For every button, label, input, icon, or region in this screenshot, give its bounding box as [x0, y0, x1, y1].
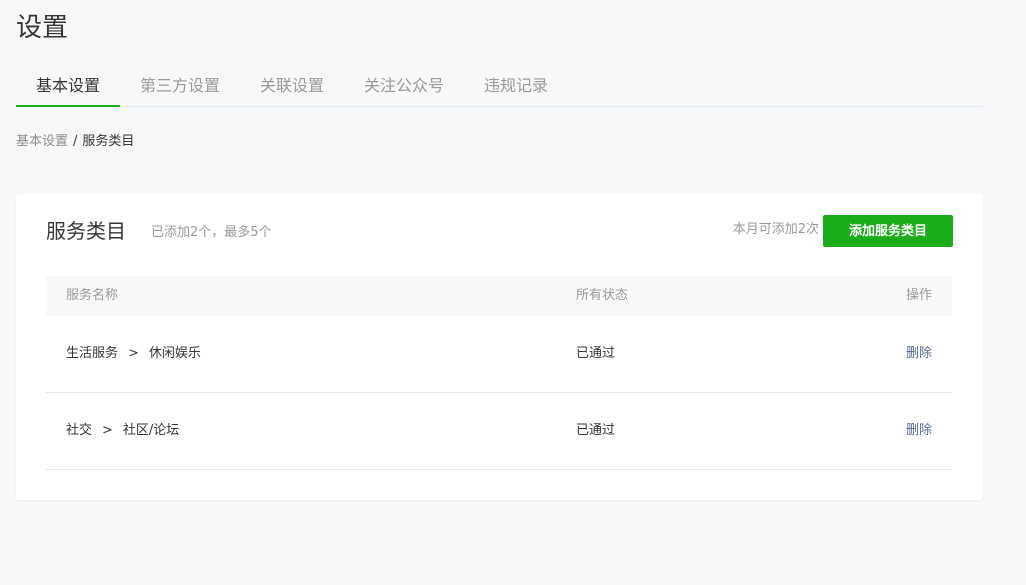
table-header: 服务名称 所有状态 操作: [46, 276, 952, 316]
service-category: 生活服务: [66, 346, 119, 361]
table-row: 生活服务 > 休闲娱乐 已通过 删除: [46, 316, 952, 393]
tab-third-party-settings[interactable]: 第三方设置: [132, 68, 228, 106]
breadcrumb-parent-link[interactable]: 基本设置: [16, 134, 68, 149]
tab-basic-settings[interactable]: 基本设置: [16, 68, 120, 107]
service-name-cell: 社交 > 社区/论坛: [66, 393, 179, 469]
category-arrow: >: [128, 346, 139, 361]
table-row: 社交 > 社区/论坛 已通过 删除: [46, 393, 952, 470]
category-arrow: >: [102, 423, 113, 438]
breadcrumb: 基本设置 / 服务类目: [16, 133, 134, 151]
service-category-table: 服务名称 所有状态 操作 生活服务 > 休闲娱乐 已通过 删除 社交 > 社区/论坛 已…: [46, 276, 952, 470]
delete-link-label[interactable]: 删除: [906, 346, 932, 361]
header-status-filter[interactable]: 所有状态: [576, 276, 628, 316]
service-name-cell: 生活服务 > 休闲娱乐: [66, 316, 201, 392]
delete-link[interactable]: 删除: [906, 393, 932, 469]
service-subcategory: 社区/论坛: [122, 423, 180, 438]
header-operation: 操作: [905, 288, 932, 303]
settings-tabs: 基本设置 第三方设置 关联设置 关注公众号 违规记录: [16, 68, 983, 107]
breadcrumb-separator: /: [73, 134, 78, 149]
page-title: 设置: [16, 13, 69, 43]
add-service-category-button[interactable]: 添加服务类目: [823, 215, 953, 247]
tab-follow-official-account[interactable]: 关注公众号: [356, 68, 452, 106]
header-service-name: 服务名称: [66, 288, 119, 303]
delete-link-label[interactable]: 删除: [906, 423, 932, 438]
status-cell: 已通过: [576, 346, 616, 361]
tab-violation-records[interactable]: 违规记录: [476, 68, 556, 106]
card-title: 服务类目: [46, 219, 126, 243]
service-category-card: 服务类目 已添加2个，最多5个 本月可添加2次 添加服务类目 服务名称 所有状态…: [16, 194, 983, 500]
service-subcategory: 休闲娱乐: [148, 346, 201, 361]
status-cell: 已通过: [576, 423, 616, 438]
breadcrumb-current: 服务类目: [82, 134, 135, 149]
tab-association-settings[interactable]: 关联设置: [252, 68, 332, 106]
month-quota-text: 本月可添加2次: [732, 222, 819, 237]
card-subtitle: 已添加2个，最多5个: [151, 225, 272, 240]
delete-link[interactable]: 删除: [906, 316, 932, 392]
service-category: 社交: [66, 423, 93, 438]
